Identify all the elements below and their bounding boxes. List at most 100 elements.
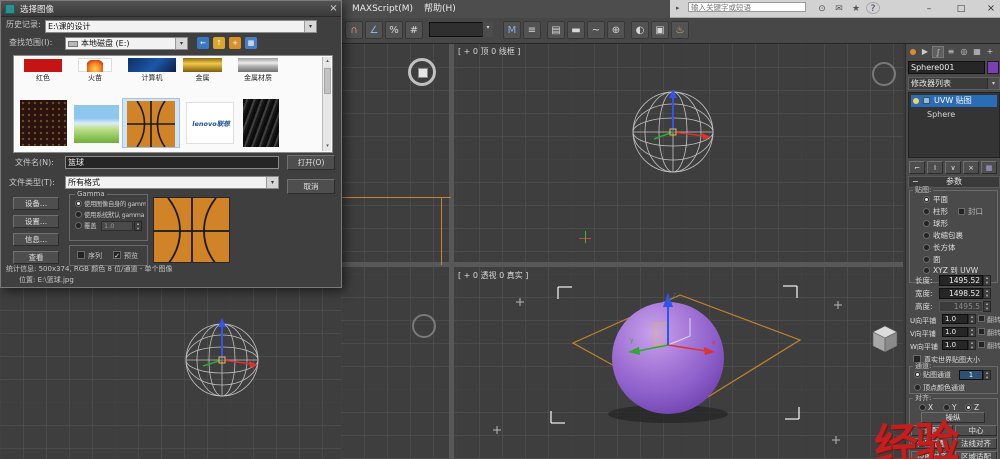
viewcube-face[interactable] <box>418 68 428 78</box>
dialog-titlebar[interactable]: 选择图像 × <box>1 1 341 17</box>
height-spinner[interactable] <box>983 301 991 312</box>
gamma-image-radio[interactable] <box>75 200 82 207</box>
radio-xyz-uvw[interactable] <box>923 267 930 274</box>
lookin-dropdown[interactable]: 本地磁盘 (E:) <box>65 37 188 50</box>
curve-editor-icon[interactable]: ~ <box>587 21 605 39</box>
region-fit-button[interactable]: 区域适配 <box>955 451 997 459</box>
communication-center-icon[interactable]: ✉ <box>832 1 846 17</box>
stack-item-uvw-map[interactable]: UVW 贴图 <box>911 95 997 107</box>
map-channel-field[interactable]: 1 <box>959 370 983 380</box>
radio-align-z[interactable] <box>965 404 972 411</box>
minimize-button[interactable]: – <box>918 1 940 17</box>
help-icon[interactable]: ? <box>866 2 880 14</box>
viewcube-persp[interactable] <box>870 324 900 354</box>
height-field[interactable]: 1495.5 <box>939 301 983 312</box>
scroll-down-icon[interactable]: ▾ <box>323 142 332 151</box>
move-gizmo[interactable]: x y z <box>600 280 740 370</box>
configure-modifier-sets-icon[interactable]: ▦ <box>981 161 997 174</box>
view-menu-icon[interactable]: ▦ <box>245 37 257 49</box>
thumb-ornate[interactable] <box>20 100 67 146</box>
scroll-up-icon[interactable]: ▴ <box>323 57 332 66</box>
filetype-arrow-icon[interactable] <box>266 177 278 188</box>
setup-button[interactable]: 设置... <box>13 215 59 228</box>
thumb-gold[interactable] <box>183 58 222 72</box>
browser-scrollbar[interactable]: ▴ ▾ <box>322 57 331 151</box>
radio-vertex-channel[interactable] <box>914 384 921 391</box>
viewcube-topleft[interactable] <box>408 58 436 86</box>
v-tile-spinner[interactable] <box>968 327 976 337</box>
u-tile-spinner[interactable] <box>968 314 976 324</box>
snaps-toggle-icon[interactable]: ∩ <box>345 21 363 39</box>
viewcube-bottomleft[interactable] <box>412 314 436 338</box>
go-back-icon[interactable]: ← <box>197 37 209 49</box>
thumb-basketball[interactable] <box>127 101 175 147</box>
layer-manager-icon[interactable]: ▤ <box>547 21 565 39</box>
search-input[interactable] <box>688 2 806 12</box>
modifier-list-arrow-icon[interactable] <box>987 78 999 89</box>
v-flip-checkbox[interactable] <box>978 328 985 335</box>
selection-set-arrow-icon[interactable] <box>482 22 493 37</box>
rendered-frame-icon[interactable]: ▣ <box>651 21 669 39</box>
filename-field[interactable]: 篮球 <box>65 156 279 169</box>
thumb-basketball-selection[interactable] <box>122 98 180 148</box>
normal-align-button[interactable]: 法线对齐 <box>955 438 997 449</box>
stack-item-sphere[interactable]: Sphere <box>911 109 997 121</box>
align-icon[interactable]: ≡ <box>523 21 541 39</box>
tab-modify-icon[interactable]: ∫ <box>932 46 944 58</box>
render-production-icon[interactable]: ♨ <box>671 21 689 39</box>
remove-modifier-icon[interactable]: × <box>963 161 979 174</box>
modifier-list-dropdown[interactable]: 修改器列表 <box>908 77 1000 90</box>
up-one-level-icon[interactable]: ↑ <box>213 37 225 49</box>
cancel-button[interactable]: 取消 <box>287 179 335 194</box>
map-channel-spinner[interactable] <box>983 370 991 380</box>
u-flip-checkbox[interactable] <box>978 315 985 322</box>
keyboard-override-icon[interactable]: # <box>405 21 423 39</box>
ribbon-toggle-icon[interactable]: ▬ <box>567 21 585 39</box>
angle-snap-icon[interactable]: ∠ <box>365 21 383 39</box>
view-button[interactable]: 查看 <box>13 251 59 264</box>
gamma-override-field[interactable]: 1.0 <box>101 221 133 231</box>
radio-planar[interactable] <box>923 196 930 203</box>
thumb-tire[interactable] <box>243 99 279 147</box>
close-window-button[interactable]: × <box>980 1 1000 17</box>
tab-display-icon[interactable]: ▦ <box>971 46 983 58</box>
cap-checkbox[interactable] <box>958 208 965 215</box>
show-end-result-icon[interactable]: I <box>927 161 943 174</box>
thumb-red[interactable] <box>24 59 62 72</box>
wireframe-sphere-side-view[interactable] <box>183 316 261 398</box>
render-setup-icon[interactable]: ◐ <box>631 21 649 39</box>
sequence-checkbox[interactable] <box>77 251 85 259</box>
radio-shrinkwrap[interactable] <box>923 232 930 239</box>
width-field[interactable]: 1498.52 <box>939 288 983 299</box>
filetype-dropdown[interactable]: 所有格式 <box>65 176 279 189</box>
menu-maxscript[interactable]: MAXScript(M) <box>352 0 413 18</box>
viewport-splitter-horizontal[interactable] <box>341 262 905 267</box>
percent-snap-icon[interactable]: % <box>385 21 403 39</box>
object-name-field[interactable]: Sphere001 <box>908 61 985 74</box>
wireframe-sphere-top-view[interactable] <box>630 86 716 176</box>
thumb-lenovo[interactable]: lenovo联想 <box>186 102 234 144</box>
center-button[interactable]: 中心 <box>955 425 997 436</box>
w-tile-field[interactable]: 1.0 <box>942 340 968 350</box>
pin-stack-icon[interactable]: ⌐ <box>909 161 925 174</box>
radio-face[interactable] <box>923 256 930 263</box>
tab-create-icon[interactable]: ▶ <box>919 46 931 58</box>
mirror-icon[interactable]: M <box>503 21 521 39</box>
new-folder-icon[interactable]: + <box>229 37 241 49</box>
radio-map-channel[interactable] <box>914 371 921 378</box>
menu-help[interactable]: 帮助(H) <box>424 0 456 18</box>
viewport-label-top[interactable]: [ + 0 顶 0 线框 ] <box>458 46 520 57</box>
search-icon[interactable]: ⊙ <box>815 1 829 17</box>
devices-button[interactable]: 设备... <box>13 197 59 210</box>
thumb-flame[interactable] <box>78 58 112 72</box>
infocenter-expand-icon[interactable]: ▸ <box>676 4 680 12</box>
dialog-close-icon[interactable]: × <box>327 2 340 15</box>
gamma-system-radio[interactable] <box>75 211 82 218</box>
favorites-icon[interactable]: ★ <box>849 1 863 17</box>
radio-cylindrical[interactable] <box>923 208 930 215</box>
open-button[interactable]: 打开(O) <box>287 155 335 170</box>
preview-checkbox[interactable] <box>113 251 121 259</box>
tab-motion-icon[interactable]: ◎ <box>958 46 970 58</box>
tab-utilities-icon[interactable]: + <box>984 46 996 58</box>
history-arrow-icon[interactable] <box>304 21 316 32</box>
